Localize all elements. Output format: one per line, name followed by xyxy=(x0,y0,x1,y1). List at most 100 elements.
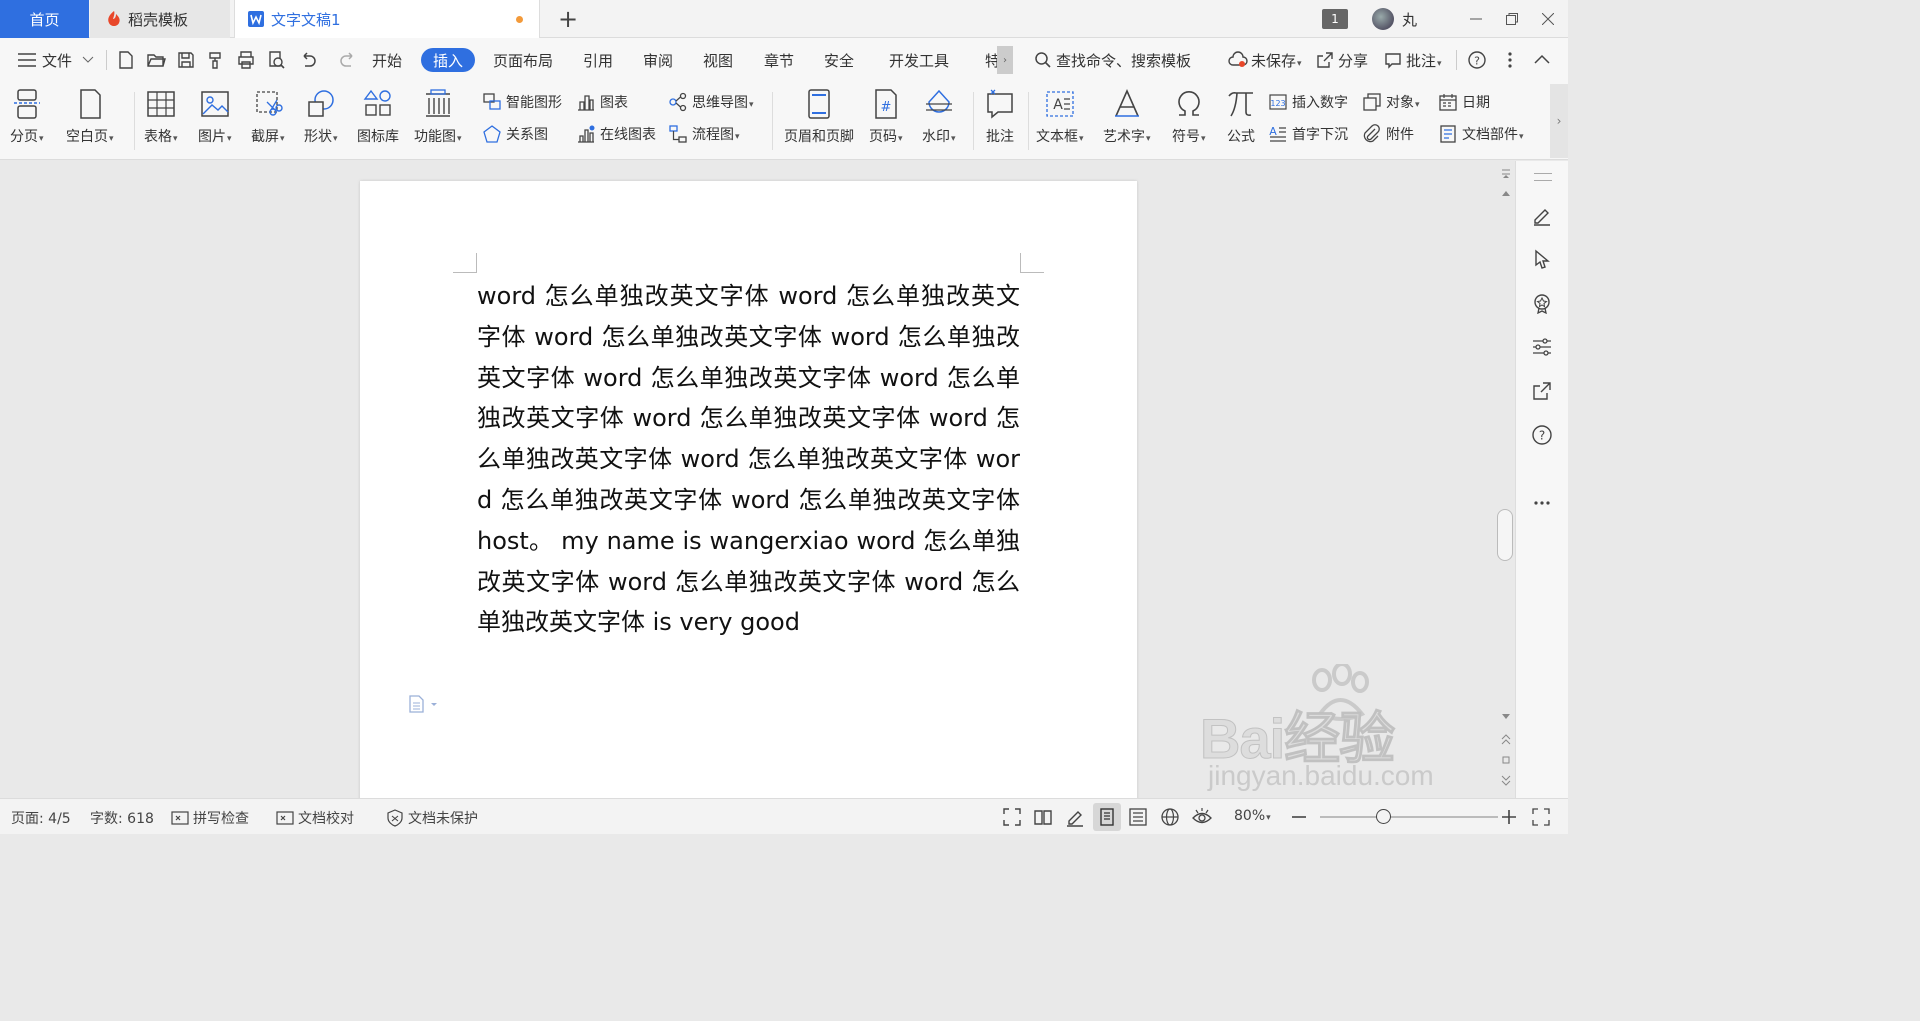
help-circle-icon[interactable]: ? xyxy=(1531,424,1553,446)
zoom-in-icon[interactable] xyxy=(1499,807,1519,827)
relation-chart-button[interactable]: 关系图 xyxy=(482,122,548,146)
write-mode-icon[interactable] xyxy=(1065,807,1085,827)
symbol-button[interactable]: 符号 xyxy=(1172,86,1206,156)
doc-protect-button[interactable]: 文档未保护 xyxy=(386,808,478,828)
word-art-button[interactable]: 艺术字 xyxy=(1103,86,1151,156)
menu-insert[interactable]: 插入 xyxy=(421,48,476,72)
collapse-ribbon-icon[interactable] xyxy=(1532,50,1552,70)
screenshot-button[interactable]: 截屏 xyxy=(251,86,285,156)
more-horizontal-icon[interactable] xyxy=(1531,492,1553,514)
fit-window-icon[interactable] xyxy=(1531,807,1551,827)
function-chart-button[interactable]: 功能图 xyxy=(414,86,462,156)
unsaved-status[interactable]: 未保存 xyxy=(1228,48,1302,72)
icon-library-button[interactable]: 图标库 xyxy=(357,86,399,156)
document-page[interactable]: word 怎么单独改英文字体 word 怎么单独改英文字体 word 怎么单独改… xyxy=(360,181,1137,821)
prev-page-icon[interactable] xyxy=(1501,733,1511,745)
restore-button[interactable] xyxy=(1492,4,1532,34)
smart-art-button[interactable]: 智能图形 xyxy=(482,90,562,114)
watermark-url: jingyan.baidu.com xyxy=(1208,760,1434,791)
tab-home[interactable]: 首页 xyxy=(0,0,89,38)
blank-page-button[interactable]: 空白页 xyxy=(66,86,114,156)
help-icon[interactable]: ? xyxy=(1467,50,1487,70)
word-count[interactable]: 字数: 618 xyxy=(90,808,154,828)
shapes-button[interactable]: 形状 xyxy=(304,86,338,156)
sidebar-grip[interactable] xyxy=(1534,173,1552,181)
minimize-button[interactable] xyxy=(1456,4,1496,34)
attachment-button[interactable]: 附件 xyxy=(1362,122,1414,146)
doc-parts-button[interactable]: 文档部件 xyxy=(1438,122,1524,146)
reading-mode-icon[interactable] xyxy=(1033,807,1053,827)
comment-menu[interactable]: 批注 xyxy=(1384,48,1442,72)
scroll-split-icon[interactable] xyxy=(1501,167,1511,181)
date-button[interactable]: 日期 xyxy=(1438,90,1490,114)
open-folder-icon[interactable] xyxy=(146,50,166,70)
file-menu[interactable]: 文件 xyxy=(18,48,94,72)
scroll-up-icon[interactable] xyxy=(1501,189,1511,197)
share-export-icon[interactable] xyxy=(1531,380,1553,402)
menu-references[interactable]: 引用 xyxy=(583,48,613,72)
fullscreen-icon[interactable] xyxy=(1002,807,1022,827)
menu-start[interactable]: 开始 xyxy=(372,48,402,72)
window-count-badge[interactable]: 1 xyxy=(1322,9,1348,29)
ribbon-scroll-right[interactable]: › xyxy=(1550,84,1568,158)
page-indicator[interactable]: 页面: 4/5 xyxy=(11,808,71,828)
style-badge-icon[interactable] xyxy=(1531,292,1553,314)
page-view-button[interactable] xyxy=(1093,803,1121,831)
watermark-button[interactable]: 水印 xyxy=(922,86,956,156)
insert-comment-button[interactable]: 批注 xyxy=(985,86,1015,156)
menu-scroll-right[interactable]: › xyxy=(997,46,1013,74)
print-preview-icon[interactable] xyxy=(266,50,286,70)
avatar[interactable] xyxy=(1372,8,1394,30)
redo-icon[interactable] xyxy=(338,50,358,70)
text-box-button[interactable]: A 文本框 xyxy=(1036,86,1084,156)
mind-map-label: 思维导图 xyxy=(692,92,754,112)
more-icon[interactable] xyxy=(1500,50,1520,70)
format-painter-icon[interactable] xyxy=(206,50,226,70)
menu-security[interactable]: 安全 xyxy=(824,48,854,72)
page-break-button[interactable]: 分页 xyxy=(10,86,44,156)
next-page-icon[interactable] xyxy=(1501,775,1511,787)
undo-icon[interactable] xyxy=(298,50,318,70)
close-button[interactable] xyxy=(1528,4,1568,34)
table-button[interactable]: 表格 xyxy=(144,86,178,156)
paragraph-layout-icon[interactable] xyxy=(408,693,442,715)
select-cursor-icon[interactable] xyxy=(1531,248,1553,270)
settings-sliders-icon[interactable] xyxy=(1531,336,1553,358)
new-doc-icon[interactable] xyxy=(116,50,136,70)
menu-review[interactable]: 审阅 xyxy=(643,48,673,72)
tab-template[interactable]: 稻壳模板 xyxy=(90,0,230,38)
menu-developer[interactable]: 开发工具 xyxy=(889,48,949,72)
web-view-icon[interactable] xyxy=(1160,807,1180,827)
picture-button[interactable]: 图片 xyxy=(198,86,232,156)
object-button[interactable]: 对象 xyxy=(1362,90,1420,114)
menu-page-layout[interactable]: 页面布局 xyxy=(493,48,553,72)
menu-view[interactable]: 视图 xyxy=(703,48,733,72)
menu-section[interactable]: 章节 xyxy=(764,48,794,72)
spell-check-button[interactable]: 拼写检查 xyxy=(171,808,249,828)
new-tab-button[interactable]: + xyxy=(554,4,582,34)
scroll-down-icon[interactable] xyxy=(1501,713,1511,721)
chart-button[interactable]: 图表 xyxy=(576,90,628,114)
share-button[interactable]: 分享 xyxy=(1316,48,1368,72)
save-icon[interactable] xyxy=(176,50,196,70)
select-browse-icon[interactable] xyxy=(1501,755,1511,765)
command-search[interactable]: 查找命令、搜索模板 xyxy=(1034,48,1191,72)
page-number-button[interactable]: # 页码 xyxy=(869,86,903,156)
scrollbar-thumb[interactable] xyxy=(1497,509,1513,561)
drop-cap-button[interactable]: A 首字下沉 xyxy=(1268,122,1348,146)
svg-text:123: 123 xyxy=(1270,99,1285,108)
flowchart-button[interactable]: 流程图 xyxy=(668,122,740,146)
doc-proof-button[interactable]: 文档校对 xyxy=(276,808,354,828)
margin-corner-top-left xyxy=(453,253,477,273)
header-footer-button[interactable]: 页眉和页脚 xyxy=(784,86,854,156)
formula-button[interactable]: 公式 xyxy=(1226,86,1256,156)
tab-document[interactable]: 文字文稿1 xyxy=(234,0,540,38)
outline-view-icon[interactable] xyxy=(1128,807,1148,827)
edit-pen-icon[interactable] xyxy=(1531,204,1553,226)
insert-number-button[interactable]: 123 插入数字 xyxy=(1268,90,1348,114)
print-icon[interactable] xyxy=(236,50,256,70)
mind-map-button[interactable]: 思维导图 xyxy=(668,90,754,114)
document-body-text[interactable]: word 怎么单独改英文字体 word 怎么单独改英文字体 word 怎么单独改… xyxy=(477,276,1020,643)
username[interactable]: 丸 xyxy=(1402,9,1417,30)
online-chart-button[interactable]: 在线图表 xyxy=(576,122,656,146)
